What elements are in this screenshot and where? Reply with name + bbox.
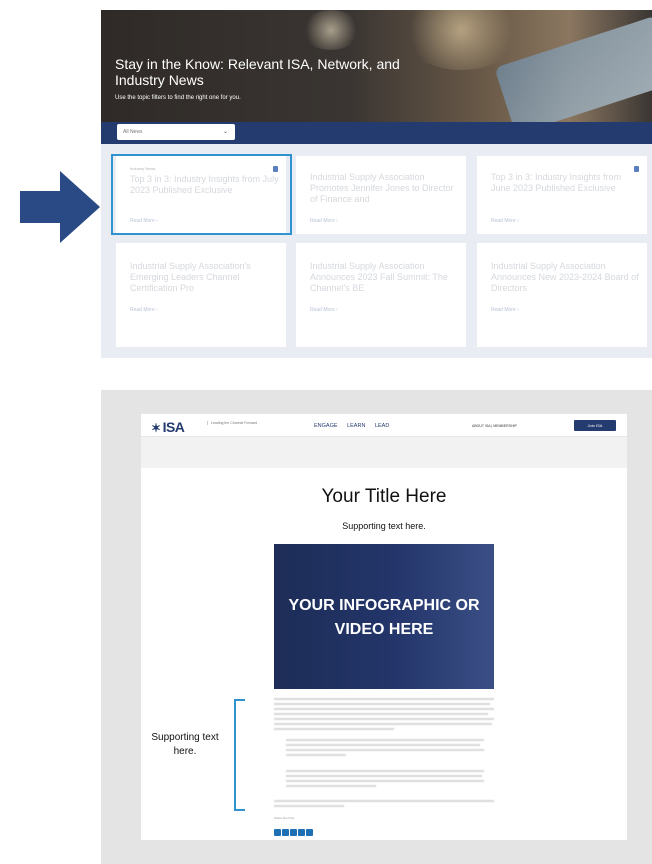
- news-card[interactable]: Industrial Supply Association Promotes J…: [296, 156, 466, 234]
- infographic-placeholder: YOUR INFOGRAPHIC OR VIDEO HERE: [274, 544, 494, 689]
- email-icon[interactable]: [298, 829, 305, 836]
- page-title: Your Title Here: [321, 486, 447, 507]
- news-card[interactable]: Industrial Supply Association Announces …: [477, 243, 647, 347]
- join-button[interactable]: Join ISA: [574, 420, 616, 431]
- read-more-link[interactable]: Read More ›: [310, 218, 338, 224]
- read-more-link[interactable]: Read More ›: [310, 307, 338, 313]
- hero-subtitle: Use the topic filters to find the right …: [115, 95, 241, 101]
- read-more-link[interactable]: Read More ›: [491, 307, 519, 313]
- facebook-icon[interactable]: [290, 829, 297, 836]
- card-title: Industrial Supply Association Announces …: [491, 261, 639, 293]
- card-title: Top 3 in 3: Industry Insights from June …: [491, 172, 622, 193]
- news-filter-dropdown[interactable]: All News ⌄: [117, 124, 235, 140]
- share-icons: [274, 823, 314, 841]
- linkedin-icon[interactable]: [282, 829, 289, 836]
- site-header: ✶ ISA Leading the Channel Forward ENGAGE …: [141, 414, 627, 437]
- annotation-bracket: [234, 699, 245, 811]
- block-quote: [286, 739, 486, 759]
- star-logo-icon: ✶: [151, 421, 161, 435]
- article-page: ✶ ISA Leading the Channel Forward ENGAGE …: [141, 414, 627, 840]
- twitter-icon[interactable]: [274, 829, 281, 836]
- hero-banner: Stay in the Know: Relevant ISA, Network,…: [101, 10, 652, 122]
- card-title: Industrial Supply Association Announces …: [310, 261, 448, 293]
- pointer-arrow-icon: [20, 171, 100, 243]
- card-title: Industrial Supply Association's Emerging…: [130, 261, 251, 293]
- news-card[interactable]: Industrial Supply Association's Emerging…: [116, 243, 286, 347]
- dropdown-value: All News: [123, 129, 143, 135]
- share-label: Share this Post: [274, 816, 295, 820]
- nav-learn[interactable]: LEARN: [347, 423, 365, 429]
- body-paragraph: [274, 800, 494, 810]
- highlighted-card-outline: [111, 154, 292, 235]
- news-card[interactable]: Top 3 in 3: Industry Insights from June …: [477, 156, 647, 234]
- news-card[interactable]: Industrial Supply Association Announces …: [296, 243, 466, 347]
- infographic-label: YOUR INFOGRAPHIC OR VIDEO HERE: [288, 597, 480, 638]
- block-quote: [286, 770, 486, 790]
- chevron-down-icon: ⌄: [222, 129, 228, 135]
- read-more-link[interactable]: Read More ›: [130, 307, 158, 313]
- nav-lead[interactable]: LEAD: [375, 423, 389, 429]
- utility-nav[interactable]: ABOUT ISA | MEMBERSHIP: [472, 424, 517, 428]
- page-subtitle: Supporting text here.: [342, 521, 426, 531]
- hero-title: Stay in the Know: Relevant ISA, Network,…: [115, 56, 400, 88]
- lock-icon: [634, 166, 639, 172]
- nav-engage[interactable]: ENGAGE: [314, 423, 338, 429]
- main-nav: ENGAGE LEARN LEAD: [314, 423, 397, 429]
- sub-header-band: [141, 437, 627, 468]
- isa-logo[interactable]: ✶ ISA: [151, 419, 185, 435]
- read-more-link[interactable]: Read More ›: [491, 218, 519, 224]
- article-page-panel: ✶ ISA Leading the Channel Forward ENGAGE …: [101, 390, 652, 864]
- card-title: Industrial Supply Association Promotes J…: [310, 172, 454, 204]
- annotation-label: Supporting text here.: [151, 732, 219, 757]
- body-paragraph: [274, 698, 494, 733]
- logo-tagline: Leading the Channel Forward: [207, 421, 257, 425]
- plus-share-icon[interactable]: [306, 829, 313, 836]
